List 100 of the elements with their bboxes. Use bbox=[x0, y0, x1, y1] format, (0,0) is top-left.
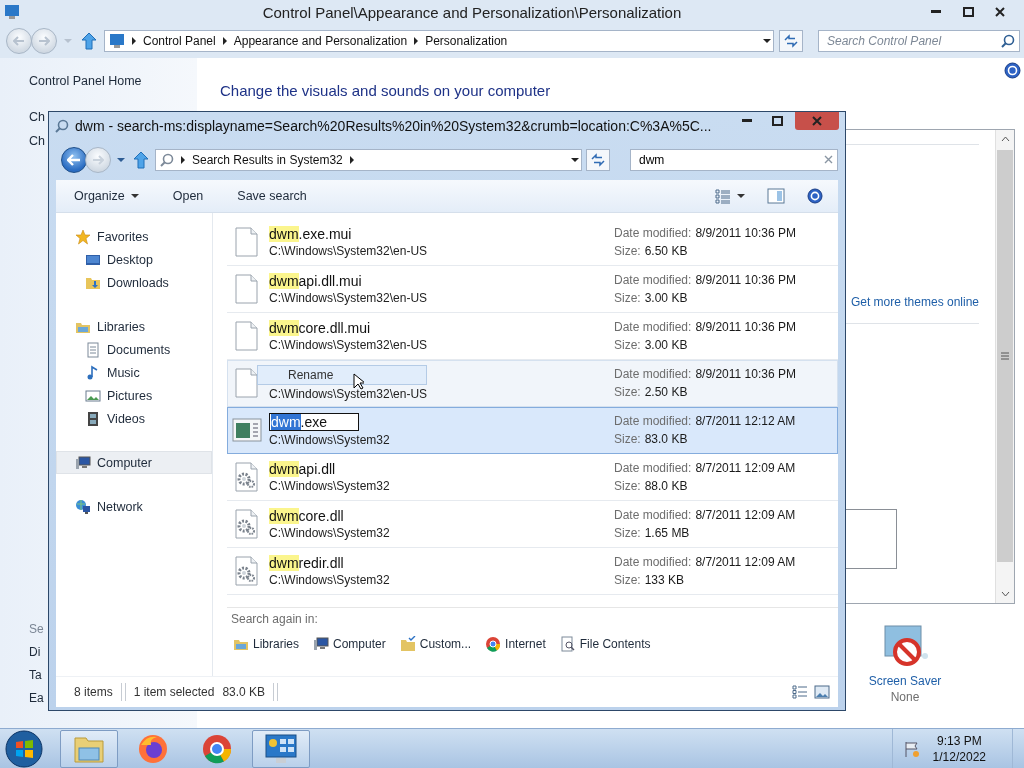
chevron-icon bbox=[131, 37, 137, 45]
clear-icon[interactable] bbox=[824, 155, 833, 164]
search-location-link[interactable]: Computer bbox=[313, 636, 386, 652]
file-size: 1.65 MB bbox=[644, 526, 690, 540]
nav-item[interactable]: Computer bbox=[56, 451, 212, 474]
action-center-flag-icon[interactable] bbox=[902, 739, 921, 758]
nav-item[interactable]: Network bbox=[56, 495, 212, 518]
file-size: 6.50 KB bbox=[644, 244, 688, 258]
details-view-icon bbox=[715, 188, 731, 204]
help-icon[interactable] bbox=[1004, 62, 1021, 79]
date-label: Date modified: bbox=[614, 226, 692, 240]
file-row[interactable]: dwmcore.dll C:\Windows\System32 Date modified: 8/7/2011 12:09 AM Size: 1.65 MB bbox=[227, 501, 838, 548]
date-modified: 8/7/2011 12:09 AM bbox=[695, 461, 796, 475]
caret-icon bbox=[737, 192, 745, 200]
taskbar-button[interactable] bbox=[252, 729, 310, 768]
start-button[interactable] bbox=[4, 729, 44, 768]
toolbar-button[interactable]: Open bbox=[164, 185, 212, 207]
see-also-link[interactable]: Ea bbox=[29, 691, 44, 705]
up-arrow-icon bbox=[81, 32, 97, 50]
refresh-icon bbox=[590, 153, 606, 167]
forward-arrow-icon bbox=[38, 36, 50, 46]
up-button[interactable] bbox=[131, 149, 151, 171]
breadcrumb-item[interactable]: Search Results in System32 bbox=[192, 153, 343, 167]
file-row[interactable]: dwmapi.dll.mui C:\Windows\System32\en-US Date modified: 8/9/2011 10:36 PM Size: 3.00 KB bbox=[227, 266, 838, 313]
back-button[interactable] bbox=[61, 147, 87, 173]
window-title: dwm - search-ms:displayname=Search%20Results%20in%20System32&crumb=location:C%3A%5C... bbox=[75, 118, 713, 134]
search-field[interactable]: Search Control Panel bbox=[818, 30, 1020, 52]
size-label: Size: bbox=[614, 526, 641, 540]
themes-link[interactable]: Get more themes online bbox=[850, 295, 979, 309]
breadcrumb-item[interactable]: Appearance and Personalization bbox=[233, 34, 408, 48]
nav-item[interactable]: Documents bbox=[56, 338, 212, 361]
size-label: Size: bbox=[614, 338, 641, 352]
file-row[interactable]: dwmredir.dll C:\Windows\System32 Date modified: 8/7/2011 12:09 AM Size: 133 KB bbox=[227, 548, 838, 595]
computer-icon bbox=[75, 454, 91, 471]
back-arrow-icon bbox=[13, 36, 25, 46]
nav-item[interactable]: Desktop bbox=[56, 248, 212, 271]
nav-item[interactable]: Videos bbox=[56, 407, 212, 430]
file-row[interactable]: Rename C:\Windows\System32\en-US Date modified: 8/9/2011 10:36 PM Size: 2.50 KB bbox=[227, 360, 838, 407]
search-location-link[interactable]: Custom... bbox=[399, 636, 472, 652]
file-path: C:\Windows\System32 bbox=[269, 526, 391, 540]
size-label: Size: bbox=[614, 385, 641, 399]
drag-label: Rename bbox=[257, 365, 427, 385]
file-row[interactable]: dwmapi.dll C:\Windows\System32 Date modified: 8/7/2011 12:09 AM Size: 88.0 KB bbox=[227, 454, 838, 501]
file-path: C:\Windows\System32\en-US bbox=[269, 338, 429, 352]
caret-icon bbox=[571, 156, 579, 164]
search-icon bbox=[160, 153, 174, 167]
file-size: 3.00 KB bbox=[644, 338, 688, 352]
preview-pane-icon bbox=[767, 188, 785, 204]
chevron-down-icon bbox=[1000, 591, 1010, 597]
large-icons-view-button[interactable] bbox=[814, 685, 830, 699]
menu-button[interactable]: Organize bbox=[66, 185, 147, 207]
file-size: 3.00 KB bbox=[644, 291, 688, 305]
network-icon bbox=[75, 498, 91, 515]
sidebar-link[interactable]: Control Panel Home bbox=[29, 74, 142, 88]
nav-item[interactable]: Pictures bbox=[56, 384, 212, 407]
file-size: 88.0 KB bbox=[644, 479, 688, 493]
close-icon bbox=[995, 7, 1005, 17]
refresh-button[interactable] bbox=[586, 149, 610, 171]
up-button[interactable] bbox=[79, 30, 99, 52]
search-location-link[interactable]: Libraries bbox=[233, 636, 300, 652]
help-button[interactable] bbox=[804, 185, 826, 207]
see-also-link[interactable]: Ta bbox=[29, 668, 42, 682]
chevron-icon bbox=[348, 156, 355, 164]
search-field[interactable]: dwm bbox=[630, 149, 838, 171]
refresh-button[interactable] bbox=[779, 30, 803, 52]
rename-field[interactable]: dwm.exe bbox=[269, 413, 359, 431]
address-bar[interactable]: Control Panel Appearance and Personalization Personalization bbox=[104, 30, 774, 52]
search-location-link[interactable]: Internet bbox=[485, 636, 546, 652]
film-icon bbox=[85, 410, 101, 427]
minimize-icon bbox=[742, 119, 752, 123]
breadcrumb-item[interactable]: Personalization bbox=[425, 34, 508, 48]
caret-icon bbox=[117, 156, 125, 164]
star-icon bbox=[75, 228, 91, 245]
nav-item[interactable]: Libraries bbox=[56, 315, 212, 338]
see-also-heading: Se bbox=[29, 622, 44, 636]
nav-item[interactable]: Music bbox=[56, 361, 212, 384]
see-also-link[interactable]: Di bbox=[29, 645, 41, 659]
screen-saver-link[interactable]: Screen Saver bbox=[868, 674, 942, 688]
breadcrumb-item[interactable]: Control Panel bbox=[143, 34, 216, 48]
date-label: Date modified: bbox=[614, 367, 692, 381]
file-path: C:\Windows\System32\en-US bbox=[269, 244, 429, 258]
address-bar[interactable]: Search Results in System32 bbox=[155, 149, 582, 171]
forward-arrow-icon bbox=[92, 155, 104, 165]
file-row[interactable]: dwm.exe C:\Windows\System32 Date modified: 8/7/2011 12:12 AM Size: 83.0 KB bbox=[227, 407, 838, 454]
monitor-icon bbox=[264, 732, 298, 765]
selection-status: 1 item selected bbox=[132, 685, 216, 699]
minimize-icon bbox=[931, 10, 941, 14]
toolbar-button[interactable]: Save search bbox=[229, 185, 315, 207]
date-label: Date modified: bbox=[614, 508, 692, 522]
date-modified: 8/9/2011 10:36 PM bbox=[695, 367, 796, 381]
scroll-thumb[interactable] bbox=[997, 150, 1013, 562]
details-view-button[interactable] bbox=[792, 685, 808, 699]
search-location-link[interactable]: File Contents bbox=[559, 636, 651, 652]
file-row[interactable]: dwmcore.dll.mui C:\Windows\System32\en-US Date modified: 8/9/2011 10:36 PM Size: 3.00 KB bbox=[227, 313, 838, 360]
sidebar-link[interactable]: Ch bbox=[29, 110, 45, 124]
file-row[interactable]: dwm.exe.mui C:\Windows\System32\en-US Date modified: 8/9/2011 10:36 PM Size: 6.50 KB bbox=[227, 219, 838, 266]
nav-item[interactable]: Downloads bbox=[56, 271, 212, 294]
control-panel-icon bbox=[109, 33, 125, 49]
sidebar-link[interactable]: Ch bbox=[29, 134, 45, 148]
nav-item[interactable]: Favorites bbox=[56, 225, 212, 248]
